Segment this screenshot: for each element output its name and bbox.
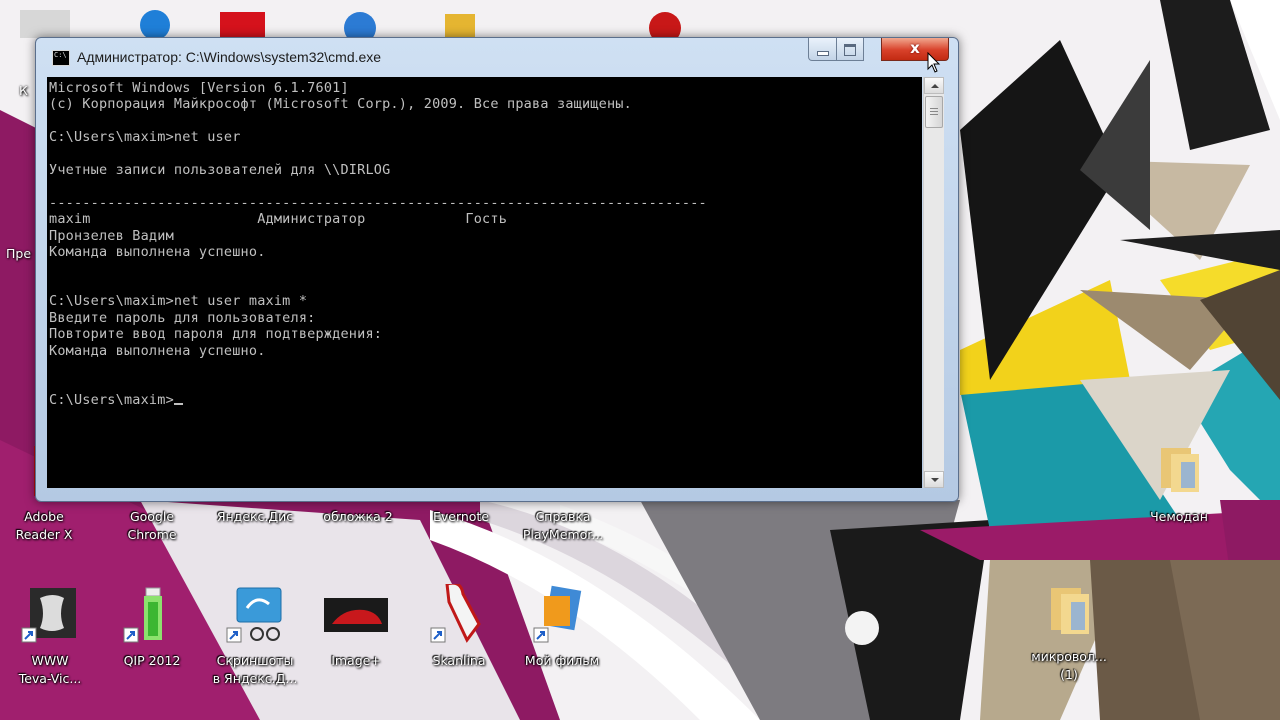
- folder-icon: [1147, 440, 1211, 504]
- console-line: Microsoft Windows [Version 6.1.7601]: [49, 80, 349, 96]
- desktop-icon-label: Скриншоты в Яндекс.Д...: [212, 653, 298, 686]
- desktop-icon-label: Мой фильм: [524, 653, 600, 668]
- desktop-icon-skanlina[interactable]: Skanlina: [409, 581, 509, 670]
- desktop-icon-chemodan[interactable]: Чемодан: [1129, 440, 1229, 526]
- console-line: ----------------------------------------…: [49, 194, 707, 211]
- desktop-icon-image-plus[interactable]: Image+: [306, 584, 406, 670]
- minimize-button[interactable]: [808, 38, 837, 61]
- vertical-scrollbar[interactable]: [923, 77, 944, 488]
- cmd-icon: C:\: [52, 50, 70, 66]
- scroll-thumb[interactable]: [925, 96, 943, 128]
- console-line: Пронзелев Вадим: [49, 227, 174, 244]
- www-shortcut-icon: [18, 584, 82, 648]
- yandex-screenshots-icon: [223, 584, 287, 648]
- cmd-window[interactable]: C:\ Администратор: C:\Windows\system32\c…: [35, 37, 959, 502]
- desktop-icon-label: Яндекс.Дис: [216, 509, 294, 524]
- console-line: C:\Users\maxim>net user: [49, 129, 241, 146]
- desktop-icon-label: обложка 2: [323, 509, 393, 524]
- console-line: Введите пароль для пользователя:: [49, 309, 316, 326]
- desktop-icon-label: микровол... (1): [1031, 649, 1107, 682]
- desktop-icon-label: Google Chrome: [127, 509, 177, 542]
- desktop-icon-label: WWW Teva-Vic...: [18, 653, 82, 686]
- mouse-pointer-icon: [927, 52, 941, 73]
- console-output[interactable]: Microsoft Windows [Version 6.1.7601] (c)…: [47, 77, 922, 488]
- movie-maker-icon: [530, 584, 594, 648]
- console-line: C:\Users\maxim>net user maxim *: [49, 293, 308, 310]
- title-bar[interactable]: C:\ Администратор: C:\Windows\system32\c…: [36, 38, 958, 78]
- console-line: Учетные записи пользователей для \\DIRLO…: [49, 162, 391, 179]
- desktop-icon-yandex-screenshots[interactable]: Скриншоты в Яндекс.Д...: [205, 584, 305, 688]
- console-line: Команда выполнена успешно.: [49, 244, 266, 261]
- window-title: Администратор: C:\Windows\system32\cmd.e…: [77, 49, 382, 65]
- maximize-icon: [844, 44, 856, 56]
- text-cursor: [173, 402, 183, 405]
- desktop-icon-label: Справка PlayMemor...: [522, 509, 604, 542]
- console-line: C:\Users\maxim>: [49, 391, 174, 408]
- desktop-label-partial-2: Пре: [6, 246, 32, 261]
- console-line: (c) Корпорация Майкрософт (Microsoft Cor…: [49, 96, 632, 113]
- desktop-icon-qip[interactable]: QIP 2012: [102, 584, 202, 670]
- cmd-icon-text: C:\: [54, 51, 67, 59]
- folder-icon: [1037, 580, 1101, 644]
- console-line: Повторите ввод пароля для подтверждения:: [49, 326, 383, 343]
- desktop-icon-www[interactable]: WWW Teva-Vic...: [0, 584, 100, 688]
- console-text: Microsoft Windows [Version 6.1.7601] (c)…: [47, 77, 922, 408]
- desktop-icon-movie-maker[interactable]: Мой фильм: [512, 584, 612, 670]
- minimize-icon: [817, 51, 829, 56]
- qip-icon: [120, 584, 184, 648]
- desktop-icon-label: Adobe Reader X: [15, 509, 73, 542]
- scroll-down-button[interactable]: [924, 471, 944, 488]
- desktop-icon-mikrovol[interactable]: микровол... (1): [1019, 580, 1119, 684]
- car-image-icon: [324, 584, 388, 648]
- desktop-label-partial-1: К: [19, 83, 28, 98]
- desktop-icon-label: Evernote: [432, 509, 490, 524]
- desktop-icon-label: Skanlina: [432, 653, 486, 668]
- scroll-up-button[interactable]: [924, 77, 944, 94]
- desktop-icon-label: Чемодан: [1150, 509, 1208, 524]
- skanlina-icon: [427, 581, 491, 648]
- maximize-button[interactable]: [836, 38, 864, 61]
- console-line: Команда выполнена успешно.: [49, 342, 266, 359]
- console-line: maxim Администратор Гость: [49, 211, 508, 228]
- desktop-icon-label: QIP 2012: [123, 653, 181, 668]
- desktop-icon-label: Image+: [331, 653, 381, 668]
